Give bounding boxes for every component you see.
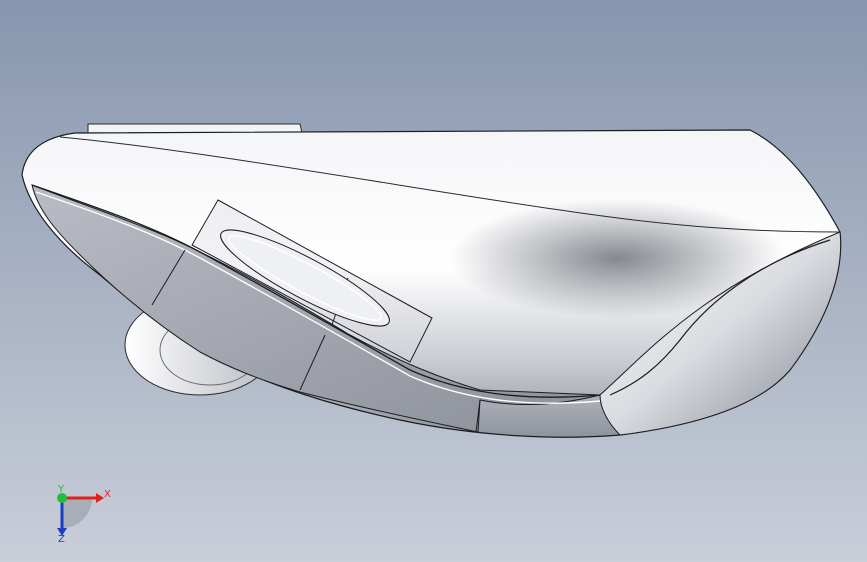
x-axis-label: X <box>104 489 111 500</box>
coordinate-triad[interactable]: X Y Z <box>0 0 867 562</box>
triad-plane-icon <box>62 498 92 528</box>
x-axis-arrowhead-icon <box>96 493 104 503</box>
cad-viewport[interactable]: X Y Z <box>0 0 867 562</box>
y-axis-label: Y <box>57 484 65 495</box>
z-axis-label: Z <box>58 534 65 545</box>
